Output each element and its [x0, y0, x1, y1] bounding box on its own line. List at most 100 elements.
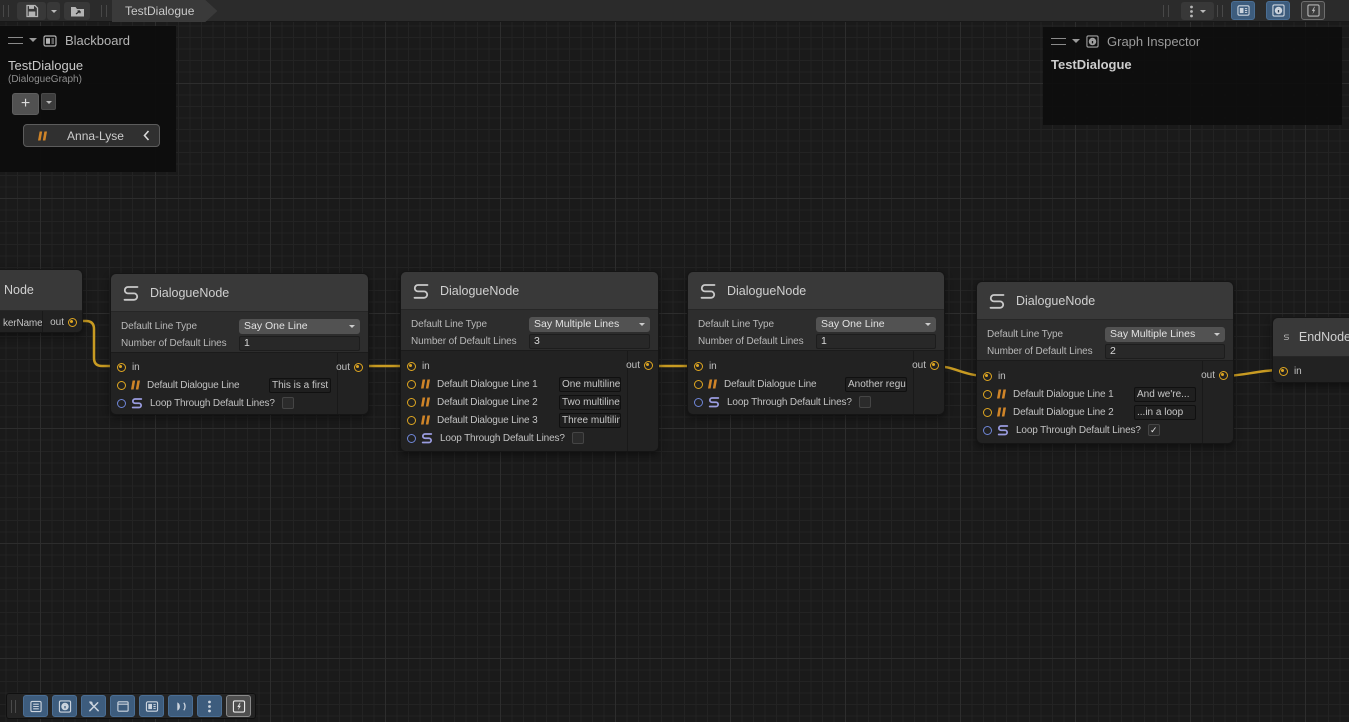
in-port[interactable] [1279, 367, 1288, 376]
line-port[interactable] [117, 381, 126, 390]
tab-label: TestDialogue [125, 4, 194, 18]
folder-open-icon [70, 5, 85, 18]
prop-label: Default Line Type [698, 319, 816, 330]
num-lines-field[interactable]: 1 [816, 334, 936, 349]
chevron-left-icon[interactable] [143, 130, 150, 141]
save-button[interactable] [17, 2, 46, 20]
collapse-triangle-icon[interactable] [1072, 39, 1080, 47]
tools-button[interactable] [81, 695, 106, 717]
dialogue-node-icon [698, 282, 718, 300]
loop-checkbox[interactable] [572, 432, 584, 444]
out-port[interactable] [930, 361, 939, 370]
node-title: EndNode [1299, 330, 1349, 344]
loop-icon [707, 396, 721, 408]
top-toolbar: TestDialogue [0, 0, 1349, 22]
dialogue-node[interactable]: DialogueNode Default Line TypeSay One Li… [687, 271, 945, 415]
line-value-field[interactable]: This is a first [269, 378, 331, 393]
play-button[interactable] [168, 695, 193, 717]
collapse-triangle-icon[interactable] [29, 38, 37, 46]
out-port[interactable] [354, 363, 363, 372]
line-port[interactable] [407, 416, 416, 425]
overflow-menu-button[interactable] [1181, 2, 1214, 20]
node-title-bar[interactable]: DialogueNode [111, 274, 368, 312]
out-port-label: out [336, 363, 350, 372]
line-value-field[interactable]: ...in a loop [1134, 405, 1196, 420]
prop-label: Number of Default Lines [698, 336, 816, 347]
toggle-inspector-button[interactable] [1266, 1, 1290, 20]
toggle-inspector-button-bottom[interactable] [52, 695, 77, 717]
loop-label: Loop Through Default Lines? [150, 398, 275, 409]
exposed-property-pill[interactable]: Anna-Lyse [23, 124, 160, 147]
line-type-dropdown[interactable]: Say One Line [816, 317, 936, 332]
line-port[interactable] [983, 408, 992, 417]
toolbar-drag-handle-right[interactable] [1163, 5, 1169, 17]
loop-icon [130, 397, 144, 409]
window-button[interactable] [110, 695, 135, 717]
tab-testdialogue[interactable]: TestDialogue [112, 0, 217, 22]
bottom-toolbar-drag-handle[interactable] [11, 700, 16, 713]
loop-port[interactable] [117, 399, 126, 408]
toolbar-separator-right [1217, 5, 1223, 17]
out-port[interactable] [68, 318, 77, 327]
toggle-minimap-button[interactable] [23, 695, 48, 717]
blackboard-title: Blackboard [65, 33, 130, 48]
line-port[interactable] [407, 398, 416, 407]
line-port[interactable] [407, 380, 416, 389]
property-name: Anna-Lyse [56, 129, 135, 143]
dialogue-node-icon [121, 284, 141, 302]
loop-port[interactable] [694, 398, 703, 407]
line-value-field[interactable]: And we're... [1134, 387, 1196, 402]
in-port[interactable] [117, 363, 126, 372]
line-label: Default Dialogue Line 2 [437, 397, 538, 408]
node-title-bar[interactable]: DialogueNode [401, 272, 658, 310]
blackboard-header[interactable]: Blackboard [0, 26, 176, 52]
node-title-bar[interactable]: DialogueNode [977, 282, 1233, 320]
num-lines-field[interactable]: 1 [239, 336, 360, 351]
line-port[interactable] [983, 390, 992, 399]
loop-checkbox[interactable] [859, 396, 871, 408]
inspector-header[interactable]: Graph Inspector [1043, 27, 1342, 53]
loop-checkbox[interactable]: ✓ [1148, 424, 1160, 436]
toggle-blackboard-button-bottom[interactable] [139, 695, 164, 717]
loop-icon [420, 432, 434, 444]
line-type-dropdown[interactable]: Say One Line [239, 319, 360, 334]
dialogue-node[interactable]: DialogueNode Default Line TypeSay One Li… [110, 273, 369, 415]
line-type-dropdown[interactable]: Say Multiple Lines [1105, 327, 1225, 342]
line-value-field[interactable]: Three multilin [559, 413, 621, 428]
speaker-node[interactable]: Node kerName out [0, 269, 83, 333]
in-port[interactable] [983, 372, 992, 381]
dialogue-node[interactable]: DialogueNode Default Line TypeSay Multip… [400, 271, 659, 452]
toggle-preview-button[interactable] [1301, 1, 1325, 20]
in-port-label: in [709, 361, 716, 372]
line-value-field[interactable]: Two multiline [559, 395, 621, 410]
add-property-button[interactable]: + [12, 93, 39, 115]
dialogue-node-icon [987, 292, 1007, 310]
line-port[interactable] [694, 380, 703, 389]
in-port[interactable] [694, 362, 703, 371]
num-lines-field[interactable]: 3 [529, 334, 650, 349]
loop-port[interactable] [407, 434, 416, 443]
loop-checkbox[interactable] [282, 397, 294, 409]
node-properties: Default Line TypeSay Multiple LinesNumbe… [401, 310, 658, 351]
line-type-dropdown[interactable]: Say Multiple Lines [529, 317, 650, 332]
quote-icon [420, 415, 431, 425]
loop-port[interactable] [983, 426, 992, 435]
prop-label: Number of Default Lines [411, 336, 529, 347]
line-value-field[interactable]: One multiline [559, 377, 621, 392]
out-port[interactable] [644, 361, 653, 370]
out-port[interactable] [1219, 371, 1228, 380]
add-property-dropdown[interactable] [41, 93, 56, 110]
save-dropdown-button[interactable] [47, 2, 60, 20]
in-port[interactable] [407, 362, 416, 371]
preview-button-bottom[interactable] [226, 695, 251, 717]
open-folder-button[interactable] [64, 2, 90, 20]
num-lines-field[interactable]: 2 [1105, 344, 1225, 359]
line-value-field[interactable]: Another regu [845, 377, 907, 392]
overflow-menu-button-bottom[interactable] [197, 695, 222, 717]
node-title-bar[interactable]: DialogueNode [688, 272, 944, 310]
toggle-blackboard-button[interactable] [1231, 1, 1255, 20]
dialogue-node[interactable]: DialogueNode Default Line TypeSay Multip… [976, 281, 1234, 444]
line-label: Default Dialogue Line 1 [437, 379, 538, 390]
end-node[interactable]: EndNode in [1272, 317, 1349, 383]
toolbar-drag-handle[interactable] [3, 5, 9, 17]
